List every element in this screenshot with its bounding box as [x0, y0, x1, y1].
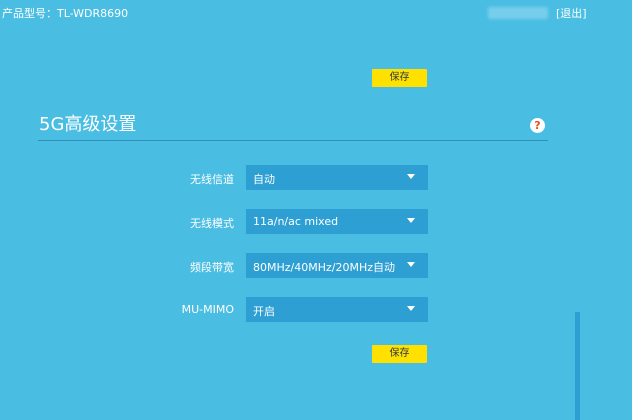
- mu-mimo-select[interactable]: 开启: [246, 297, 428, 322]
- account-name-blurred: [488, 7, 548, 19]
- wireless-mode-label: 无线模式: [190, 217, 234, 230]
- product-model-label: 产品型号：TL-WDR8690: [2, 7, 129, 20]
- wireless-channel-select[interactable]: 自动: [246, 165, 428, 190]
- mu-mimo-label: MU-MIMO: [181, 303, 234, 316]
- logout-link[interactable]: [退出]: [556, 5, 587, 21]
- chevron-down-icon: [407, 306, 415, 311]
- chevron-down-icon: [407, 262, 415, 267]
- mu-mimo-value: 开启: [253, 305, 275, 318]
- chevron-down-icon: [407, 174, 415, 179]
- wireless-mode-select[interactable]: 11a/n/ac mixed: [246, 209, 428, 234]
- section-divider: [38, 140, 548, 141]
- chevron-down-icon: [407, 218, 415, 223]
- wireless-channel-label: 无线信道: [190, 173, 234, 186]
- help-icon[interactable]: ?: [530, 118, 545, 133]
- wireless-mode-value: 11a/n/ac mixed: [253, 215, 339, 228]
- section-title: 5G高级设置: [39, 114, 137, 135]
- channel-bandwidth-label: 频段带宽: [190, 261, 234, 274]
- scrollbar[interactable]: [575, 312, 580, 420]
- top-bar: 产品型号：TL-WDR8690 [退出]: [0, 0, 632, 24]
- channel-bandwidth-select[interactable]: 80MHz/40MHz/20MHz自动: [246, 253, 428, 278]
- channel-bandwidth-value: 80MHz/40MHz/20MHz自动: [253, 261, 396, 274]
- save-button-bottom[interactable]: 保存: [372, 345, 427, 363]
- save-button-top[interactable]: 保存: [372, 69, 427, 87]
- wireless-channel-value: 自动: [253, 173, 275, 186]
